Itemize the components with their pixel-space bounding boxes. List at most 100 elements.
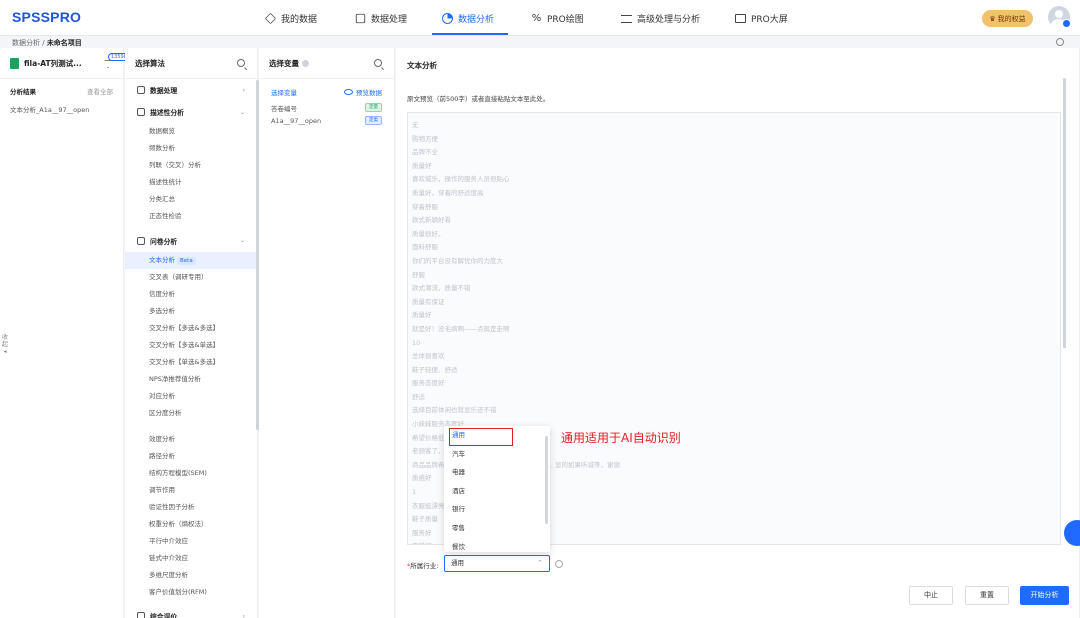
view-all-link[interactable]: 查看全部 xyxy=(87,86,113,96)
algorithm-group-label: 问卷分析 xyxy=(150,237,178,246)
preview-line: 面料舒服 xyxy=(412,243,438,252)
algorithm-item[interactable]: 链式中介效应 xyxy=(125,550,257,567)
vip-label: 我的权益 xyxy=(997,14,1026,23)
algorithm-group[interactable]: 综合评价 › xyxy=(125,605,257,618)
algorithm-group[interactable]: 数据处理 › xyxy=(125,79,257,101)
nav-data-processing[interactable]: 数据处理 xyxy=(355,11,407,25)
algorithm-item[interactable]: 频数分析 xyxy=(125,140,257,157)
algorithm-item[interactable]: 客户价值划分(RFM) xyxy=(125,584,257,601)
algorithm-item[interactable]: 分类汇总 xyxy=(125,191,257,208)
algorithm-item[interactable]: 交叉分析【单选&多选】 xyxy=(125,354,257,371)
preview-line: 选择目前体闲也就显乐还不错 xyxy=(412,406,497,415)
nav-data-analysis[interactable]: 数据分析 xyxy=(442,11,494,25)
algorithm-group[interactable]: 问卷分析 ⌄ xyxy=(125,230,257,252)
algorithm-item[interactable]: 验证性因子分析 xyxy=(125,499,257,516)
dropdown-option[interactable]: 酒店 xyxy=(444,482,550,501)
active-tab-indicator xyxy=(432,33,508,35)
algorithm-item[interactable]: 路径分析 xyxy=(125,448,257,465)
breadcrumb-parent[interactable]: 数据分析 / xyxy=(12,39,47,47)
reset-button[interactable]: 重置 xyxy=(965,586,1009,605)
layers-icon xyxy=(264,12,277,24)
algorithm-title: 选择算法 xyxy=(135,58,165,68)
floating-help-button[interactable] xyxy=(1064,520,1080,546)
nav-pro-screen[interactable]: PRO大屏 xyxy=(735,11,788,25)
algorithm-item[interactable]: 权重分析（熵权法） xyxy=(125,516,257,533)
cube-icon xyxy=(355,13,366,23)
algorithm-item[interactable]: 描述性统计 xyxy=(125,174,257,191)
project-header[interactable]: fila-AT列测试... xyxy=(0,48,123,79)
smile-icon xyxy=(137,612,145,618)
algorithm-item[interactable]: 正态性检验 xyxy=(125,208,257,225)
crown-icon: ♛ xyxy=(989,14,996,23)
algorithm-item[interactable]: 多选分析 xyxy=(125,303,257,320)
industry-select[interactable]: 通用 ⌃ xyxy=(444,555,550,572)
start-analysis-button[interactable]: 开始分析 xyxy=(1020,586,1069,605)
vip-button[interactable]: ♛ 我的权益 xyxy=(982,10,1033,27)
panel-scrollbar[interactable] xyxy=(1063,78,1066,348)
chevron-right-icon: › xyxy=(242,86,245,94)
preview-line: 质量好 xyxy=(412,311,432,320)
algorithm-item[interactable]: 对应分析 xyxy=(125,388,257,405)
algorithm-item-label: 交叉分析【多选&单选】 xyxy=(149,341,220,350)
collapse-sidebar-button[interactable]: 收起 ◂ xyxy=(0,334,10,355)
algorithm-item[interactable]: 列联（交叉）分析 xyxy=(125,157,257,174)
preview-line: 总体很喜欢 xyxy=(412,352,445,361)
dropdown-option[interactable]: 汽车 xyxy=(444,445,550,464)
algorithm-item[interactable]: 调节作用 xyxy=(125,482,257,499)
logo[interactable]: SPSSPRO xyxy=(12,9,81,25)
preview-line: 质量很好。 xyxy=(412,229,445,238)
industry-label: *所属行业: xyxy=(407,560,438,570)
algorithm-item[interactable]: 区分度分析 xyxy=(125,405,257,422)
algorithm-item[interactable]: 交叉分析【多选&单选】 xyxy=(125,337,257,354)
stop-button[interactable]: 中止 xyxy=(909,586,953,605)
help-icon[interactable] xyxy=(302,59,309,67)
dropdown-scrollbar[interactable] xyxy=(545,436,548,524)
nav-label: 数据处理 xyxy=(371,14,408,25)
gear-icon[interactable] xyxy=(1056,38,1064,46)
algorithm-item[interactable]: 交叉表（调研专用） xyxy=(125,269,257,286)
sliders-icon xyxy=(621,14,632,23)
nav-pro-plot[interactable]: % PRO绘图 xyxy=(531,11,584,25)
algorithm-item[interactable]: 结构方程模型(SEM) xyxy=(125,465,257,482)
variable-row[interactable]: 答卷编号 定量 xyxy=(259,101,394,114)
algorithm-panel: 选择算法 数据处理 › 描述性分析 ⌄ 数据概览 频数分析 列联（交叉）分析 描述性统计 分类汇… xyxy=(125,48,258,618)
algorithm-group[interactable]: 描述性分析 ⌄ xyxy=(125,101,257,123)
dropdown-option[interactable]: 电器 xyxy=(444,463,550,482)
algorithm-item[interactable]: 信度分析 xyxy=(125,286,257,303)
dropdown-option[interactable]: 零售 xyxy=(444,519,550,538)
algorithm-item[interactable]: 平行中介效应 xyxy=(125,533,257,550)
variable-row[interactable]: A1a__97__open 定类 xyxy=(259,114,394,127)
algorithm-group-label: 数据处理 xyxy=(150,87,178,95)
algorithm-item[interactable]: 效度分析 xyxy=(125,431,257,448)
algorithm-item[interactable]: NPS净推荐值分析 xyxy=(125,371,257,388)
nav-my-data[interactable]: 我的数据 xyxy=(264,11,317,25)
dropdown-option[interactable]: 餐饮 xyxy=(444,538,550,552)
nav-label: PRO大屏 xyxy=(751,14,788,25)
algorithm-item[interactable]: 数据概览 xyxy=(125,123,257,140)
nav-label: PRO绘图 xyxy=(547,14,584,25)
algorithm-item-label: 调节作用 xyxy=(149,485,175,494)
preview-data-button[interactable]: 预览数据 xyxy=(344,87,382,97)
chevron-down-icon: ⌄ xyxy=(239,108,245,116)
result-item[interactable]: 文本分析_A1a__97__open xyxy=(0,96,123,114)
chevron-down-icon: ⌄ xyxy=(239,237,245,245)
preview-line: 购物方便 xyxy=(412,134,438,143)
search-icon[interactable] xyxy=(374,59,382,67)
dropdown-option[interactable]: 银行 xyxy=(444,500,550,519)
algorithm-item[interactable]: 多维尺度分析 xyxy=(125,567,257,584)
algorithm-item[interactable]: 文本分析 Beta xyxy=(125,251,257,269)
algorithm-group-label: 描述性分析 xyxy=(150,109,184,117)
algorithm-item-label: 权重分析（熵权法） xyxy=(149,519,208,528)
chevron-up-icon: ⌃ xyxy=(537,559,543,567)
search-icon[interactable] xyxy=(237,59,245,67)
algorithm-item-label: 交叉表（调研专用） xyxy=(149,272,208,281)
eye-icon xyxy=(344,89,353,95)
variable-name: 答卷编号 xyxy=(271,104,297,113)
tab-select-variable[interactable]: 选择变量 xyxy=(271,87,297,97)
nav-advanced[interactable]: 高级处理与分析 xyxy=(621,11,700,25)
preview-line: 舒适 xyxy=(412,392,425,401)
help-icon[interactable] xyxy=(555,560,563,568)
algorithm-item[interactable]: 交叉分析【多选&多选】 xyxy=(125,320,257,337)
preview-line: 质量好 xyxy=(412,161,432,170)
variable-name: A1a__97__open xyxy=(271,116,322,125)
